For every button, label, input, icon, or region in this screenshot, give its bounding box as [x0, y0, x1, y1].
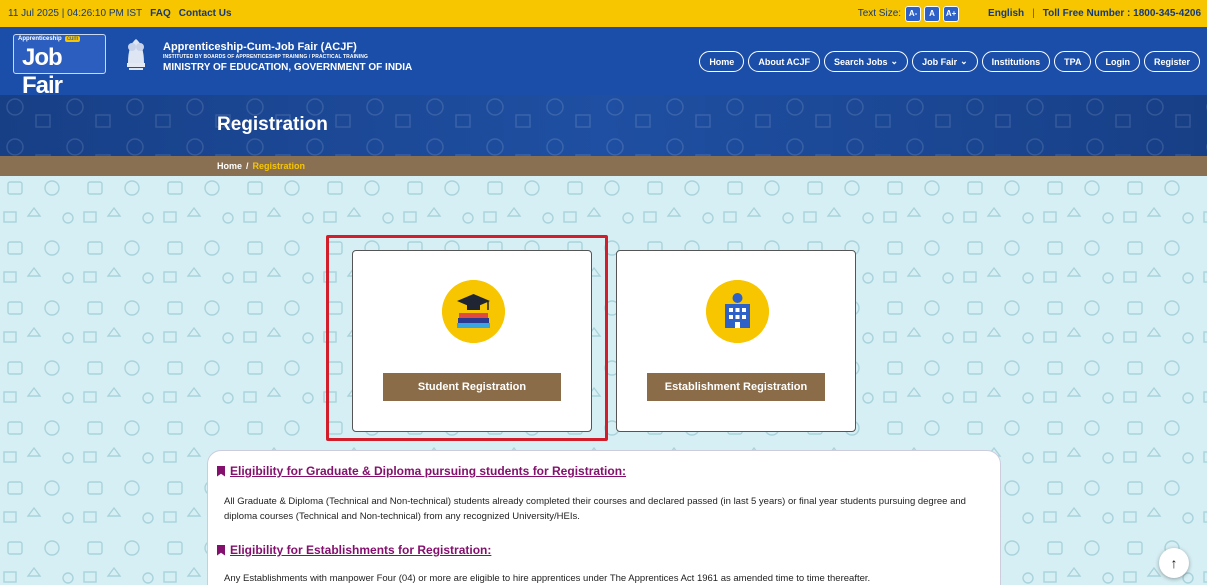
- breadcrumb: Home / Registration: [0, 156, 1207, 176]
- page-title: Registration: [217, 114, 328, 135]
- nav-home[interactable]: Home: [699, 51, 745, 72]
- ministry-name: MINISTRY OF EDUCATION, GOVERNMENT OF IND…: [163, 62, 413, 73]
- chevron-down-icon: ⌄: [890, 56, 899, 66]
- establishment-registration-card[interactable]: Establishment Registration: [616, 250, 856, 432]
- main-nav: Home About ACJF Search Jobs ⌄ Job Fair ⌄ I…: [699, 51, 1200, 72]
- acjf-logo[interactable]: Apprenticeship cum Job Fair: [13, 34, 106, 99]
- page-banner: Registration: [0, 95, 1207, 156]
- eligibility-students-heading: Eligibility for Graduate & Diploma pursu…: [217, 464, 626, 478]
- text-size-decrease-button[interactable]: A-: [905, 5, 922, 22]
- eligibility-establishments-heading: Eligibility for Establishments for Regis…: [217, 543, 491, 557]
- text-size-normal-button[interactable]: A: [924, 5, 941, 22]
- divider: |: [1032, 8, 1035, 19]
- site-header: Apprenticeship cum Job Fair Apprenticesh…: [0, 27, 1207, 99]
- site-title: Apprenticeship-Cum-Job Fair (ACJF): [163, 41, 357, 53]
- eligibility-panel: Eligibility for Graduate & Diploma pursu…: [207, 450, 1001, 585]
- top-bar: 11 Jul 2025 | 04:26:10 PM IST FAQ Contac…: [0, 0, 1207, 27]
- nav-search-jobs[interactable]: Search Jobs ⌄: [824, 51, 909, 72]
- breadcrumb-current: Registration: [252, 161, 306, 171]
- building-icon: [706, 280, 769, 343]
- faq-link[interactable]: FAQ: [150, 8, 171, 19]
- site-subtitle: INSTITUTED BY BOARDS OF APPRENTICESHIP T…: [163, 54, 368, 60]
- toll-free-number: Toll Free Number : 1800-345-4206: [1042, 8, 1201, 19]
- nav-about[interactable]: About ACJF: [748, 51, 820, 72]
- eligibility-students-text: All Graduate & Diploma (Technical and No…: [224, 496, 966, 522]
- eligibility-students-title: Eligibility for Graduate & Diploma pursu…: [230, 464, 627, 478]
- contact-link[interactable]: Contact Us: [179, 8, 232, 19]
- nav-register-label: Register: [1153, 56, 1190, 67]
- nav-home-label: Home: [709, 56, 735, 67]
- banner-pattern: [0, 95, 1207, 156]
- datetime: 11 Jul 2025 | 04:26:10 PM IST: [8, 8, 143, 19]
- nav-institutions-label: Institutions: [991, 56, 1041, 67]
- nav-search-jobs-label: Search Jobs: [834, 56, 888, 67]
- nav-about-label: About ACJF: [758, 56, 810, 67]
- nav-institutions[interactable]: Institutions: [981, 51, 1051, 72]
- nav-login[interactable]: Login: [1095, 51, 1140, 72]
- logo-cum-text: cum: [65, 36, 81, 42]
- nav-job-fair-label: Job Fair: [922, 56, 958, 67]
- nav-register[interactable]: Register: [1143, 51, 1200, 72]
- nav-tpa[interactable]: TPA: [1054, 51, 1092, 72]
- breadcrumb-separator: /: [246, 161, 249, 171]
- establishment-registration-button[interactable]: Establishment Registration: [647, 373, 825, 401]
- text-size-label: Text Size:: [857, 8, 902, 19]
- chevron-down-icon: ⌄: [960, 56, 968, 66]
- eligibility-establishments-title: Eligibility for Establishments for Regis…: [230, 543, 492, 557]
- nav-job-fair[interactable]: Job Fair ⌄: [912, 51, 978, 72]
- bookmark-icon: [217, 544, 225, 556]
- bookmark-icon: [217, 465, 225, 477]
- national-emblem-icon: [127, 39, 145, 70]
- language-selector[interactable]: English: [988, 8, 1024, 19]
- selection-highlight: [326, 235, 608, 441]
- nav-tpa-label: TPA: [1064, 56, 1082, 67]
- brand-text: Apprenticeship-Cum-Job Fair (ACJF) INSTI…: [163, 41, 412, 73]
- breadcrumb-home[interactable]: Home: [217, 161, 242, 171]
- nav-login-label: Login: [1105, 56, 1130, 67]
- scroll-top-button[interactable]: ↑: [1159, 548, 1189, 578]
- text-size-increase-button[interactable]: A+: [943, 5, 960, 22]
- eligibility-establishments-text: Any Establishments with manpower Four (0…: [224, 573, 871, 584]
- logo-top-text: Apprenticeship: [18, 36, 62, 42]
- logo-main-text: Job Fair: [22, 44, 63, 99]
